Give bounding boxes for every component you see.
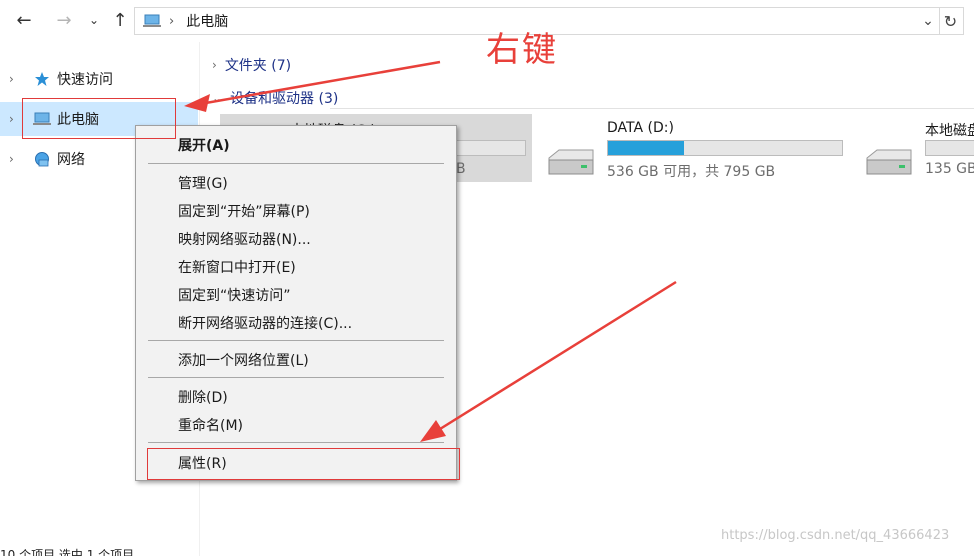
refresh-icon[interactable]: ↻ bbox=[938, 7, 964, 35]
menu-item-map-network-drive[interactable]: 映射网络驱动器(N)... bbox=[139, 225, 453, 253]
breadcrumb-chevron-icon: › bbox=[169, 13, 175, 29]
chevron-right-icon[interactable]: › bbox=[9, 112, 23, 126]
up-arrow-icon[interactable]: ↑ bbox=[108, 8, 132, 32]
drive-tile-d[interactable]: DATA (D:) 536 GB 可用，共 795 GB bbox=[545, 114, 845, 182]
context-menu: 展开(A) 管理(G) 固定到“开始”屏幕(P) 映射网络驱动器(N)... 在… bbox=[135, 125, 457, 481]
chevron-down-icon[interactable]: ⌄ bbox=[917, 8, 939, 34]
tree-item-label: 网络 bbox=[57, 152, 85, 168]
menu-item-pin-to-start[interactable]: 固定到“开始”屏幕(P) bbox=[139, 197, 453, 225]
this-pc-icon bbox=[143, 14, 161, 27]
chevron-right-icon[interactable]: › bbox=[9, 72, 23, 86]
tree-item-label: 快速访问 bbox=[57, 72, 113, 88]
menu-item-delete[interactable]: 删除(D) bbox=[139, 383, 453, 411]
menu-item-expand[interactable]: 展开(A) bbox=[139, 131, 453, 159]
chevron-right-icon[interactable]: › bbox=[9, 152, 23, 166]
recent-locations-chevron-icon[interactable]: ⌄ bbox=[82, 8, 106, 32]
menu-item-manage[interactable]: 管理(G) bbox=[139, 169, 453, 197]
watermark: https://blog.csdn.net/qq_43666423 bbox=[721, 528, 950, 543]
chevron-down-icon[interactable]: ⌄ bbox=[212, 91, 222, 105]
star-icon bbox=[33, 71, 51, 87]
back-arrow-icon[interactable]: ← bbox=[12, 8, 36, 32]
drive-usage-bar bbox=[925, 140, 974, 156]
menu-separator bbox=[148, 377, 444, 378]
network-icon bbox=[33, 151, 51, 167]
hard-drive-icon bbox=[866, 149, 912, 175]
drive-info: 536 GB 可用，共 795 GB bbox=[607, 164, 776, 180]
drive-tile-e[interactable]: 本地磁盘 135 GB bbox=[863, 114, 974, 182]
group-header-drives[interactable]: ⌄ 设备和驱动器 (3) bbox=[212, 87, 338, 109]
group-header-label: 设备和驱动器 (3) bbox=[230, 91, 339, 107]
menu-separator bbox=[148, 340, 444, 341]
drive-info: B bbox=[456, 161, 466, 177]
chevron-right-icon[interactable]: › bbox=[212, 58, 217, 72]
drive-name: DATA (D:) bbox=[607, 120, 674, 136]
forward-arrow-icon[interactable]: → bbox=[52, 8, 76, 32]
menu-item-rename[interactable]: 重命名(M) bbox=[139, 411, 453, 439]
annotation-arrow-properties bbox=[420, 280, 677, 442]
drive-usage-bar bbox=[607, 140, 843, 156]
status-bar: 10 个项目 选中 1 个项目 bbox=[0, 548, 135, 556]
menu-item-disconnect-network-drive[interactable]: 断开网络驱动器的连接(C)... bbox=[139, 309, 453, 337]
menu-separator bbox=[148, 442, 444, 443]
tree-item-quick-access[interactable]: › 快速访问 bbox=[0, 62, 198, 96]
annotation-highlight-properties bbox=[147, 448, 460, 480]
group-divider bbox=[330, 108, 974, 109]
drive-name: 本地磁盘 bbox=[925, 123, 974, 139]
menu-separator bbox=[148, 163, 444, 164]
menu-item-add-network-location[interactable]: 添加一个网络位置(L) bbox=[139, 346, 453, 374]
address-path: 此电脑 bbox=[186, 14, 229, 30]
menu-item-pin-quick-access[interactable]: 固定到“快速访问” bbox=[139, 281, 453, 309]
annotation-label: 右键 bbox=[486, 30, 558, 70]
drive-info: 135 GB bbox=[925, 161, 974, 177]
menu-item-open-new-window[interactable]: 在新窗口中打开(E) bbox=[139, 253, 453, 281]
group-header-folders[interactable]: › 文件夹 (7) bbox=[212, 54, 291, 76]
annotation-highlight-this-pc bbox=[22, 98, 176, 139]
group-header-label: 文件夹 (7) bbox=[224, 58, 292, 74]
hard-drive-icon bbox=[548, 149, 594, 175]
